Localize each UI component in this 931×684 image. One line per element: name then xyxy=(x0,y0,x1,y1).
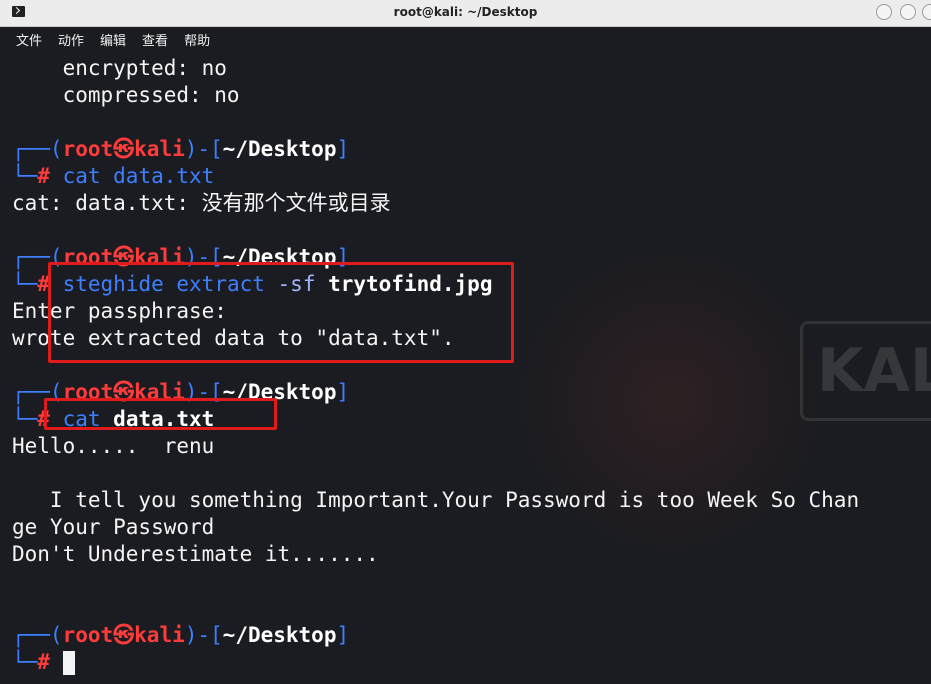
menu-view[interactable]: 查看 xyxy=(142,30,168,49)
prompt-line: ┌──(root㉿kali)-[~/Desktop] xyxy=(12,623,350,647)
output-line: cat: data.txt: 没有那个文件或目录 xyxy=(12,191,391,215)
highlight-box-steghide xyxy=(48,262,514,363)
maximize-button[interactable] xyxy=(900,4,916,20)
output-line: I tell you something Important.Your Pass… xyxy=(12,488,860,512)
output-line: ge Your Password xyxy=(12,515,215,539)
terminal-output[interactable]: KAL encrypted: no compressed: no ┌──(roo… xyxy=(0,51,931,684)
title-bar: root@kali: ~/Desktop xyxy=(0,0,931,27)
command-line: └─# cat data.txt xyxy=(12,164,215,188)
menu-bar: 文件 动作 编辑 查看 帮助 xyxy=(0,27,931,51)
command-line[interactable]: └─# xyxy=(12,649,75,676)
output-line: Don't Underestimate it....... xyxy=(12,542,379,566)
menu-file[interactable]: 文件 xyxy=(16,30,42,49)
highlight-box-cat xyxy=(44,398,277,430)
menu-help[interactable]: 帮助 xyxy=(184,30,210,49)
prompt-line: ┌──(root㉿kali)-[~/Desktop] xyxy=(12,137,350,161)
text-cursor xyxy=(62,651,75,675)
menu-action[interactable]: 动作 xyxy=(58,30,84,49)
output-line: compressed: no xyxy=(12,83,240,107)
output-line: encrypted: no xyxy=(12,56,227,80)
output-line: Hello..... renu xyxy=(12,434,215,458)
minimize-button[interactable] xyxy=(876,4,892,20)
kali-logo-watermark: KAL xyxy=(800,321,931,421)
window-title: root@kali: ~/Desktop xyxy=(393,5,538,19)
menu-edit[interactable]: 编辑 xyxy=(100,30,126,49)
close-button[interactable] xyxy=(922,4,931,20)
